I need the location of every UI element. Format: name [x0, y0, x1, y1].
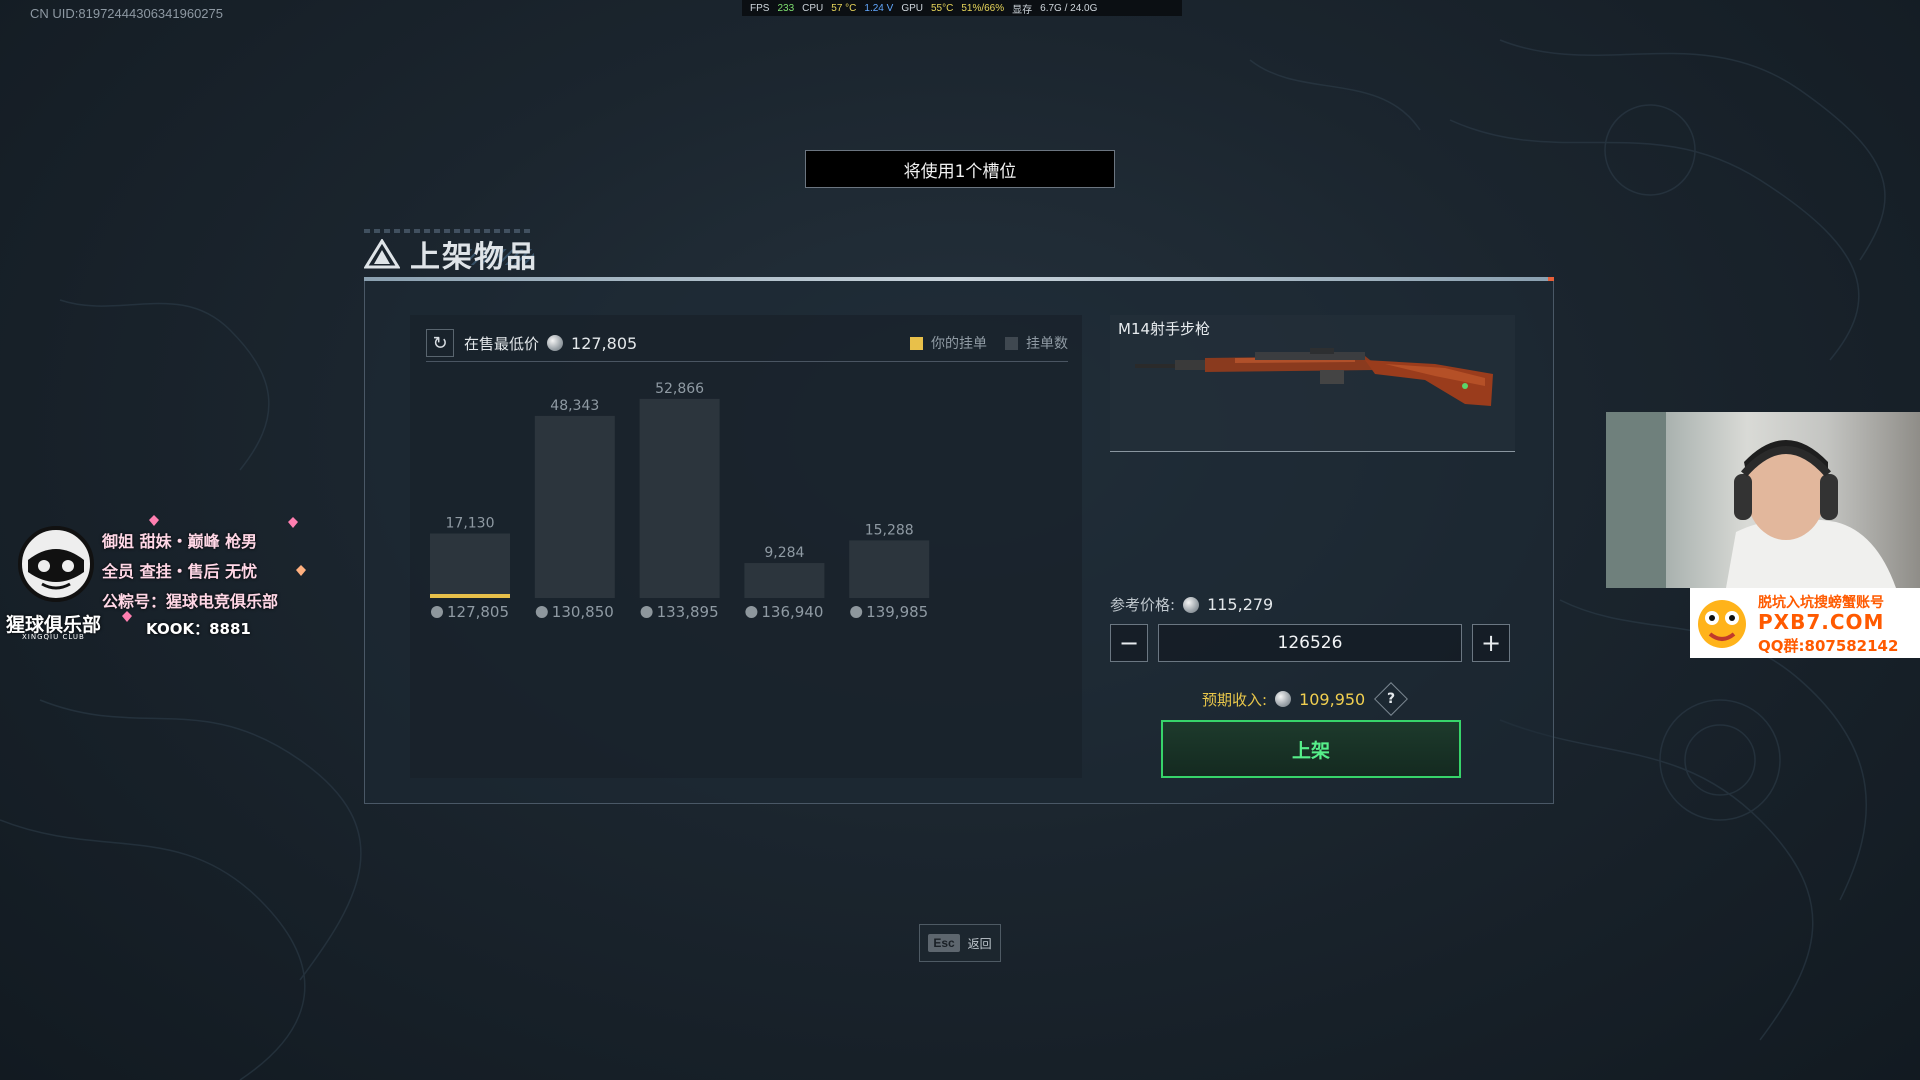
- bar-value-label: 9,284: [764, 545, 804, 561]
- legend-your-listing: 你的挂单: [931, 336, 987, 352]
- price-tick-label: 133,895: [657, 603, 719, 621]
- help-icon[interactable]: ?: [1374, 682, 1409, 716]
- reference-price-row: 参考价格: 115,279: [1110, 594, 1273, 615]
- coin-icon: [1275, 691, 1292, 707]
- list-item-button[interactable]: 上架: [1161, 720, 1461, 778]
- legend-swatch-listing-count: [1005, 336, 1018, 350]
- bar-0: [430, 533, 510, 598]
- lowest-price-value: 127,805: [571, 333, 638, 353]
- coin-icon: [547, 335, 564, 351]
- back-label: 返回: [967, 936, 992, 951]
- reference-price-value: 115,279: [1207, 595, 1274, 614]
- coin-icon: [535, 606, 548, 618]
- price-tick-label: 130,850: [552, 603, 614, 621]
- mascot-icon: [1698, 600, 1746, 648]
- panel-title: 上架物品: [410, 240, 538, 275]
- slot-usage-banner: 将使用1个槽位: [805, 150, 1115, 188]
- coin-icon: [745, 606, 758, 618]
- bar-value-label: 17,130: [446, 515, 495, 531]
- bar-value-label: 52,866: [655, 381, 704, 397]
- gpu-load: 51%/66%: [961, 2, 1005, 14]
- lowest-price-label: 在售最低价: [464, 334, 540, 353]
- cpu-temp: 57 °C: [831, 2, 857, 14]
- cpu-volt: 1.24 V: [864, 2, 894, 14]
- expected-income-value: 109,950: [1299, 689, 1366, 709]
- player-uid: CN UID:81972444306341960275: [30, 6, 223, 21]
- chart-legend: 你的挂单 挂单数: [910, 333, 1068, 353]
- bar-4: [849, 540, 930, 598]
- kook-id: KOOK：8881: [146, 620, 251, 638]
- mem-label: 显存: [1012, 4, 1033, 16]
- price-distribution-chart: 17,130 127,805 48,343 130,850 52,866 133,895 9…: [430, 381, 930, 621]
- refresh-icon[interactable]: ↻: [426, 329, 454, 357]
- price-tick-label: 139,985: [866, 603, 928, 621]
- help-icon-glyph: ?: [1387, 691, 1396, 707]
- legend-swatch-your-listing: [910, 336, 923, 350]
- panel-header: 上架物品: [364, 232, 538, 276]
- club-slogan: 御姐 甜妹・巅峰 枪男 全员 查挂・售后 无忧 公粽号：猩球电竞俱乐部: [102, 527, 278, 617]
- legend-listing-count: 挂单数: [1026, 336, 1068, 352]
- cpu-label: CPU: [802, 2, 824, 14]
- performance-hud: FPS 233 CPU 57 °C 1.24 V GPU 55°C 51%/66…: [742, 0, 1182, 16]
- expected-income-row: 预期收入: 109,950 ?: [1202, 682, 1409, 716]
- bar-2: [639, 398, 720, 598]
- reference-price-label: 参考价格:: [1110, 596, 1176, 614]
- market-chart-header: ↻ 在售最低价 127,805 你的挂单 挂单数: [426, 325, 1068, 361]
- item-name: M14射手步枪: [1118, 320, 1211, 338]
- ad-line-2: PXB7.COM: [1758, 610, 1885, 634]
- gpu-label: GPU: [901, 2, 923, 14]
- gpu-temp: 55°C: [930, 2, 954, 14]
- coin-icon: [431, 606, 443, 618]
- ad-line-1: 脱坑入坑搜螃蟹账号: [1758, 595, 1884, 611]
- back-button[interactable]: Esc 返回: [919, 924, 1001, 962]
- price-input[interactable]: [1158, 624, 1462, 662]
- coin-icon: [1183, 596, 1200, 613]
- increase-price-button[interactable]: +: [1472, 624, 1510, 662]
- bar-value-label: 48,343: [550, 398, 599, 414]
- coin-icon: [850, 606, 863, 618]
- bar-3: [744, 563, 825, 598]
- club-slogan-line: 公粽号：猩球电竞俱乐部: [102, 592, 279, 611]
- esc-key: Esc: [928, 934, 960, 952]
- coin-icon: [640, 606, 653, 618]
- fps-value: 233: [777, 2, 795, 14]
- rifle-image: [1135, 348, 1493, 406]
- your-listing-marker: [430, 594, 510, 598]
- streamer-webcam: [1606, 412, 1920, 588]
- webcam-figure: [1606, 412, 1896, 588]
- sponsor-ad: 脱坑入坑搜螃蟹账号 PXB7.COM QQ群:807582142: [1690, 588, 1920, 658]
- club-slogan-line: 全员 查挂・售后 无忧: [102, 562, 258, 581]
- price-tick-label: 136,940: [761, 603, 823, 621]
- price-editor: − +: [1110, 624, 1510, 662]
- ad-line-3: QQ群:807582142: [1758, 637, 1899, 655]
- club-slogan-line: 御姐 甜妹・巅峰 枪男: [102, 532, 258, 551]
- price-tick-label: 127,805: [447, 603, 509, 621]
- expected-income-label: 预期收入:: [1202, 690, 1268, 709]
- bar-1: [534, 415, 615, 598]
- triangle-logo-icon: [364, 239, 400, 269]
- decrease-price-button[interactable]: −: [1110, 624, 1148, 662]
- club-subtitle: XINGQIU CLUB: [22, 633, 85, 641]
- bar-value-label: 15,288: [865, 522, 914, 538]
- mem-value: 6.7G / 24.0G: [1040, 2, 1098, 14]
- fps-label: FPS: [750, 2, 770, 14]
